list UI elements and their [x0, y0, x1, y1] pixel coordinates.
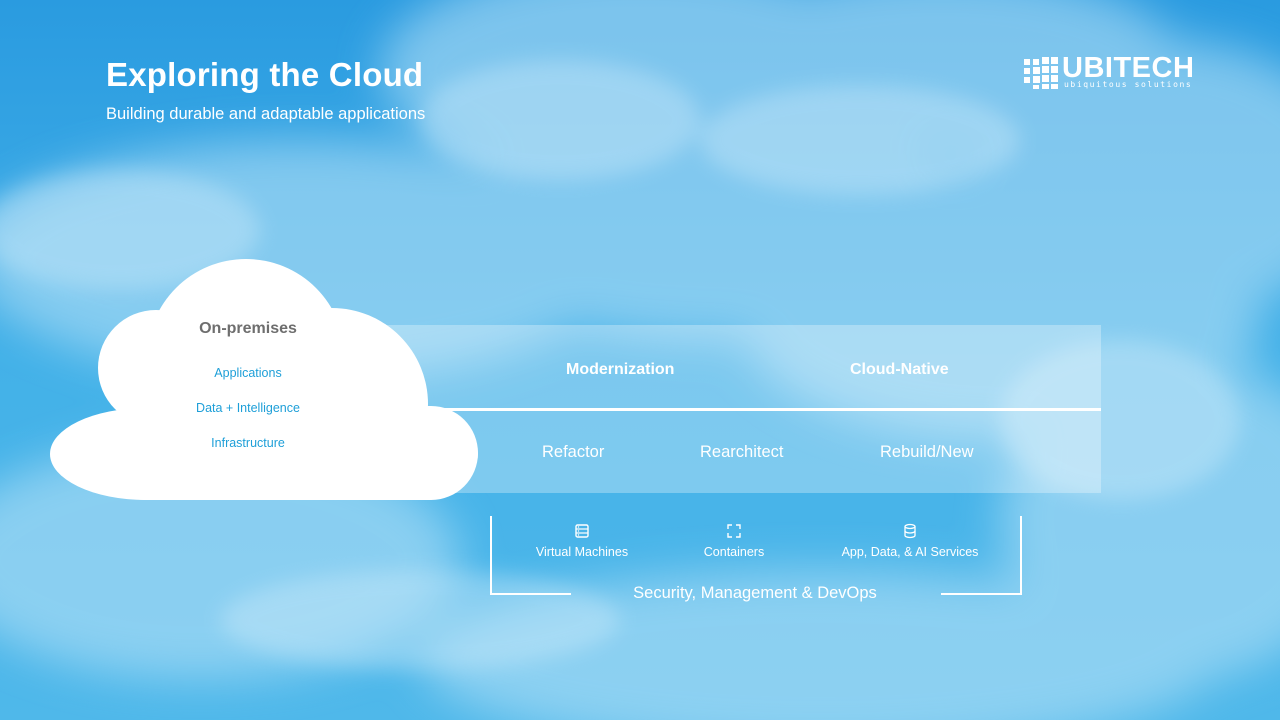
page-subtitle: Building durable and adaptable applicati…: [106, 105, 426, 123]
security-management-devops-label: Security, Management & DevOps: [633, 584, 877, 602]
page-title: Exploring the Cloud: [106, 56, 424, 93]
refactor-label: Refactor: [542, 443, 605, 461]
virtual-machines-label: Virtual Machines: [535, 545, 629, 559]
containers-label: Containers: [703, 545, 765, 559]
server-icon: [575, 524, 589, 538]
on-premises-cloud: [50, 259, 478, 500]
cloud-native-heading: Cloud-Native: [850, 361, 949, 378]
ubitech-logo: UBITECH ubiquitous solutions: [1024, 52, 1204, 95]
container-icon: [727, 524, 741, 538]
service-app-data-ai: App, Data, & AI Services: [830, 523, 990, 559]
app-data-ai-label: App, Data, & AI Services: [841, 545, 979, 559]
database-icon: [904, 523, 916, 539]
modernization-heading: Modernization: [566, 361, 675, 378]
applications-label: Applications: [214, 366, 282, 380]
rearchitect-label: Rearchitect: [700, 443, 784, 461]
infrastructure-label: Infrastructure: [211, 436, 285, 450]
logo-grid-icon: [1024, 57, 1058, 89]
service-virtual-machines: Virtual Machines: [502, 523, 662, 559]
service-containers: Containers: [654, 523, 814, 559]
data-intelligence-label: Data + Intelligence: [196, 401, 300, 415]
on-premises-title: On-premises: [199, 320, 297, 337]
logo-tagline: ubiquitous solutions: [1064, 80, 1193, 89]
rebuild-new-label: Rebuild/New: [880, 443, 974, 461]
